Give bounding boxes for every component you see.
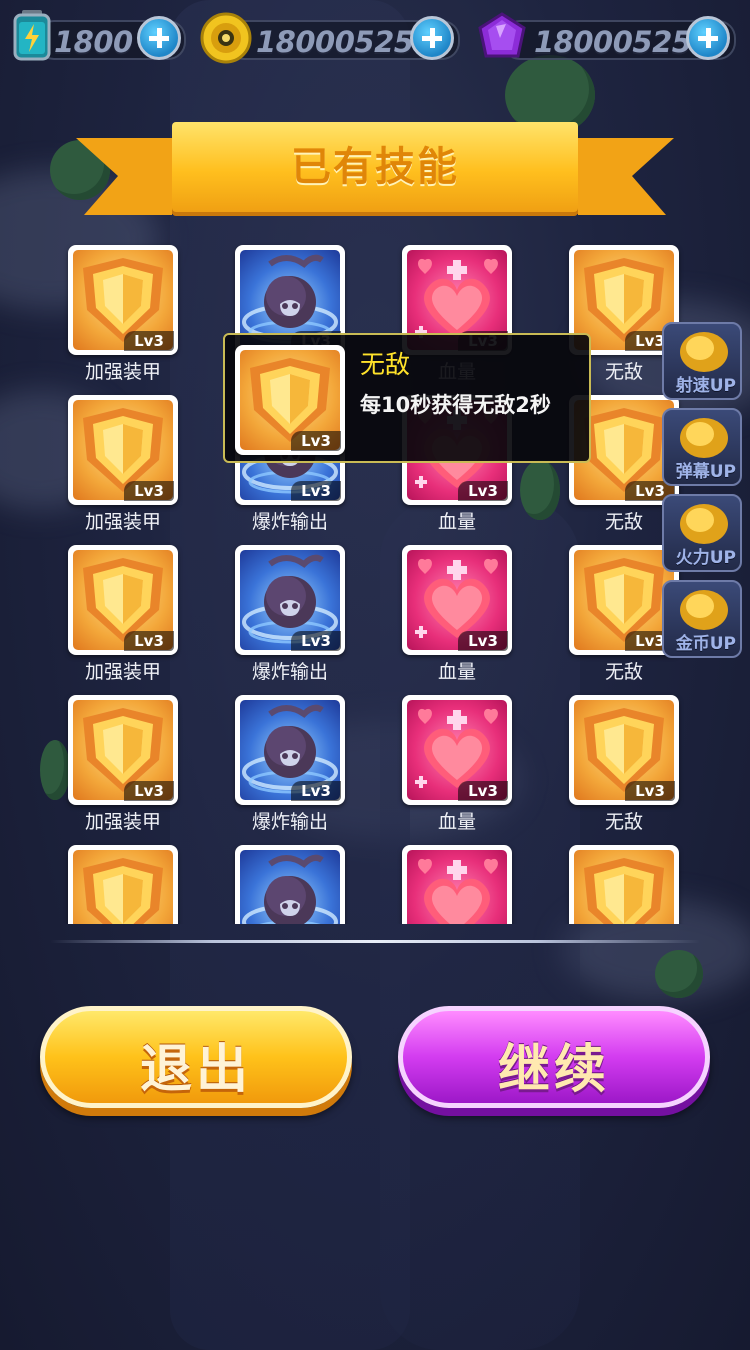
- tooltip-description: 每10秒获得无敌2秒: [360, 393, 551, 417]
- level-badge: Lv3: [458, 781, 508, 801]
- level-badge: Lv3: [124, 331, 174, 351]
- shield-icon: [73, 850, 173, 924]
- tooltip-title: 无敌: [360, 350, 411, 379]
- level-badge: Lv3: [291, 631, 341, 651]
- skill-name: 爆炸输出: [251, 811, 328, 833]
- side-upgrade-label: 射速UP: [675, 376, 736, 396]
- continue-button-label: 继续: [497, 1040, 610, 1100]
- continue-button[interactable]: 继续: [398, 1006, 710, 1108]
- skill-tooltip: Lv3 无敌 每10秒获得无敌2秒: [223, 333, 591, 463]
- skill-name: 血量: [437, 811, 476, 833]
- level-badge: Lv3: [458, 631, 508, 651]
- side-upgrade-button[interactable]: 金币UP: [662, 580, 742, 658]
- skill-name: 爆炸输出: [251, 511, 328, 533]
- divider: [50, 940, 700, 943]
- level-badge: Lv3: [291, 481, 341, 501]
- level-badge: Lv3: [124, 631, 174, 651]
- side-upgrade-label: 弹幕UP: [675, 462, 736, 482]
- bomb-icon: [240, 850, 340, 924]
- heart-icon: [407, 850, 507, 924]
- skill-name: 加强装甲: [84, 811, 161, 833]
- side-upgrade-label: 金币UP: [675, 634, 736, 654]
- tooltip-level-badge: Lv3: [291, 431, 341, 451]
- exit-button[interactable]: 退出: [40, 1006, 352, 1108]
- side-upgrade-button[interactable]: 弹幕UP: [662, 408, 742, 486]
- skill-name: 无敌: [604, 811, 643, 833]
- level-badge: Lv3: [291, 781, 341, 801]
- skill-name: 血量: [437, 661, 476, 683]
- level-badge: Lv3: [625, 781, 675, 801]
- skill-name: 爆炸输出: [251, 661, 328, 683]
- skill-name: 加强装甲: [84, 361, 161, 383]
- skill-name: 血量: [437, 511, 476, 533]
- side-upgrade-button[interactable]: 火力UP: [662, 494, 742, 572]
- side-upgrade-button[interactable]: 射速UP: [662, 322, 742, 400]
- level-badge: Lv3: [124, 481, 174, 501]
- skill-name: 加强装甲: [84, 511, 161, 533]
- exit-button-label: 退出: [139, 1040, 252, 1100]
- side-upgrade-label: 火力UP: [675, 548, 736, 568]
- level-badge: Lv3: [458, 481, 508, 501]
- shield-icon: [574, 850, 674, 924]
- skill-name: 无敌: [604, 661, 643, 683]
- level-badge: Lv3: [124, 781, 174, 801]
- skill-name: 加强装甲: [84, 661, 161, 683]
